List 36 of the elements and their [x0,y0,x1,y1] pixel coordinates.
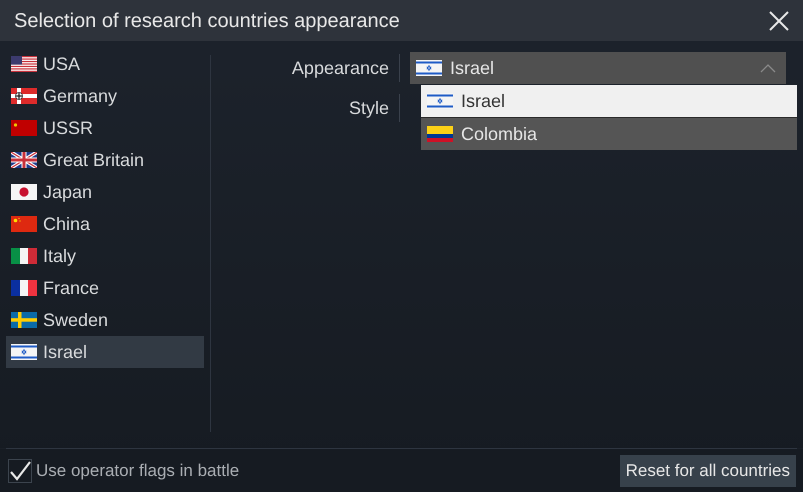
country-item[interactable]: USSR [6,112,204,144]
country-item[interactable]: France [6,272,204,304]
country-item[interactable]: Israel [6,336,204,368]
flag-icon [11,88,37,104]
flag-icon [416,60,442,76]
window-title: Selection of research countries appearance [14,8,400,34]
flag-icon [427,93,453,109]
flag-icon [11,152,37,168]
close-icon [768,10,790,32]
close-button[interactable] [767,8,791,32]
dropdown-option[interactable]: Israel [421,85,797,117]
checkbox-label: Use operator flags in battle [36,460,240,482]
flag-icon [11,216,37,232]
country-item[interactable]: Germany [6,80,204,112]
country-item[interactable]: USA [6,48,204,80]
flag-icon [11,184,37,200]
flag-icon [427,126,453,142]
country-item[interactable]: Great Britain [6,144,204,176]
flag-icon [11,248,37,264]
dropdown-option[interactable]: Colombia [421,118,797,150]
field-label: Appearance [290,56,390,80]
checkmark-icon [9,460,31,480]
field-label: Style [348,96,390,120]
flag-icon [11,344,37,360]
reset-button[interactable]: Reset for all countries [620,454,796,486]
country-item[interactable]: China [6,208,204,240]
flag-icon [11,312,37,328]
country-item[interactable]: Japan [6,176,204,208]
country-item[interactable]: Italy [6,240,204,272]
checkbox[interactable] [8,458,32,482]
country-item[interactable]: Sweden [6,304,204,336]
caret-up-icon [760,64,776,72]
flag-icon [11,56,37,72]
flag-icon [11,120,37,136]
flag-icon [11,280,37,296]
appearance-dropdown[interactable]: Israel [410,52,786,84]
